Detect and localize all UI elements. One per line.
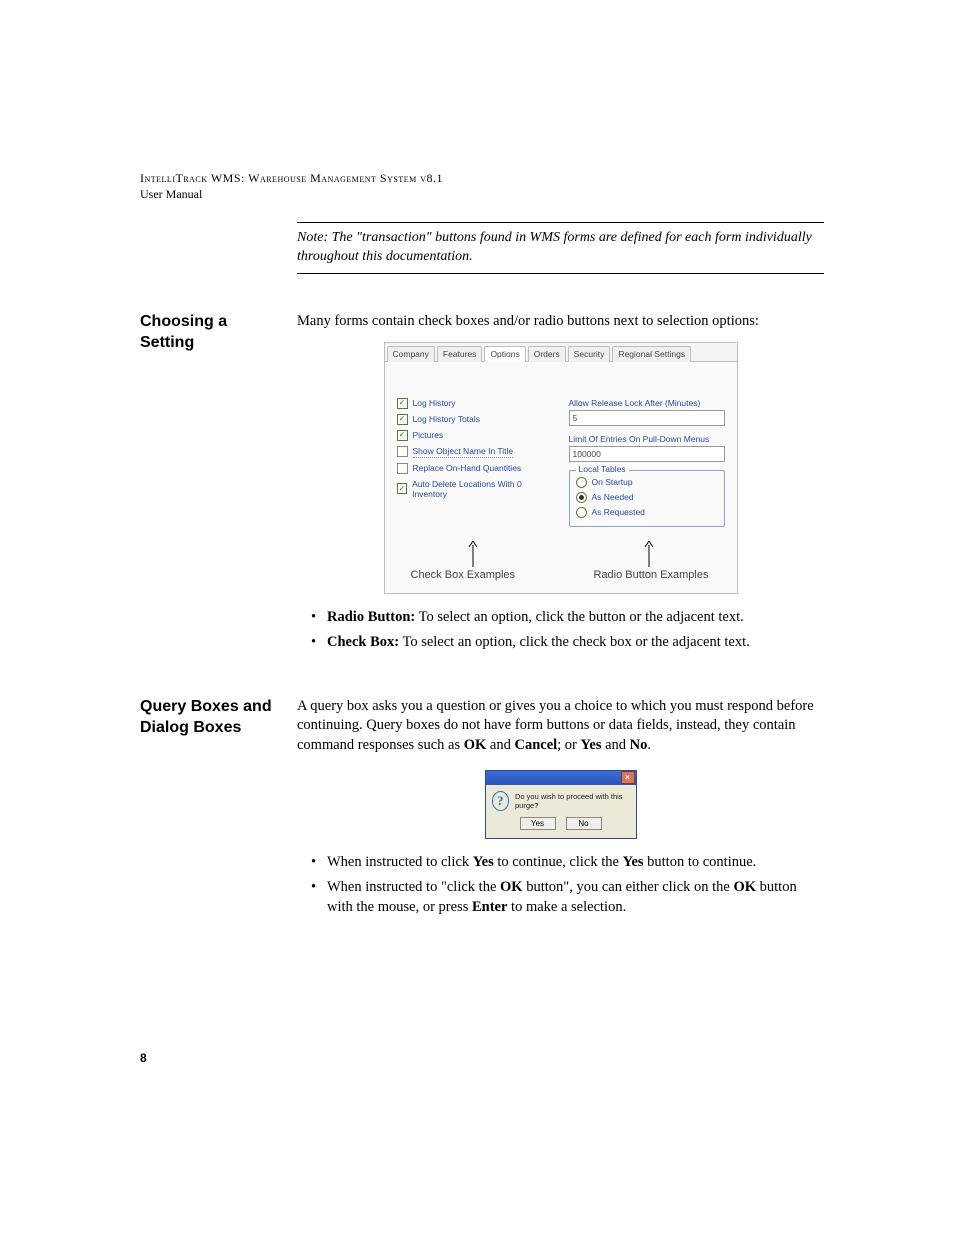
list-item: Radio Button: To select an option, click… [311, 608, 824, 628]
checkbox-label: Log History Totals [413, 414, 480, 424]
checkbox-icon[interactable]: ✓ [397, 483, 408, 494]
section-heading-query: Query Boxes and Dialog Boxes [140, 697, 285, 923]
release-lock-input[interactable]: 5 [569, 410, 725, 426]
radio-group: Local Tables On StartupAs NeededAs Reque… [569, 470, 725, 527]
checkbox-label: Pictures [413, 430, 444, 440]
list-item: When instructed to click Yes to continue… [311, 853, 824, 873]
dialog-figure: × ? Do you wish to proceed with this pur… [485, 770, 637, 839]
checkbox-row[interactable]: ✓ Auto Delete Locations With 0 Inventory [397, 479, 553, 499]
radio-icon[interactable] [576, 477, 587, 488]
checkbox-row[interactable]: ✓ Log History Totals [397, 414, 553, 425]
note-prefix: Note: [297, 230, 328, 245]
radio-label: As Needed [592, 492, 634, 502]
question-icon: ? [492, 791, 510, 811]
radio-label: On Startup [592, 477, 633, 487]
arrow-up-icon [644, 541, 654, 567]
checkbox-label: Replace On-Hand Quantities [413, 463, 522, 473]
dialog-message: Do you wish to proceed with this purge? [515, 792, 630, 810]
tab-company[interactable]: Company [387, 346, 435, 362]
tab-security[interactable]: Security [568, 346, 611, 362]
checkbox-label: Show Object Name In Title [413, 446, 514, 458]
checkbox-label: Auto Delete Locations With 0 Inventory [412, 479, 552, 499]
doc-title: IntelliTrack WMS: Warehouse Management S… [140, 170, 824, 186]
section1-bullets: Radio Button: To select an option, click… [297, 608, 824, 653]
list-item: Check Box: To select an option, click th… [311, 633, 824, 653]
yes-button[interactable]: Yes [520, 817, 556, 830]
tabstrip: CompanyFeaturesOptionsOrdersSecurityRegi… [385, 343, 737, 362]
bullet-lead: Check Box: [327, 634, 399, 650]
arrow-up-icon [468, 541, 478, 567]
dialog-titlebar: × [486, 771, 636, 785]
checkbox-row[interactable]: ✓ Pictures [397, 430, 553, 441]
no-button[interactable]: No [566, 817, 602, 830]
section-heading-choosing: Choosing a Setting [140, 312, 285, 659]
release-lock-label: Allow Release Lock After (Minutes) [569, 398, 725, 408]
note-text: The "transaction" buttons found in WMS f… [297, 230, 812, 264]
bullet-lead: Radio Button: [327, 609, 415, 625]
checkbox-icon[interactable]: ✓ [397, 446, 408, 457]
section2-bullets: When instructed to click Yes to continue… [297, 853, 824, 918]
note-box: Note: The "transaction" buttons found in… [297, 222, 824, 274]
radio-row[interactable]: As Needed [576, 492, 718, 503]
radio-icon[interactable] [576, 492, 587, 503]
section1-intro: Many forms contain check boxes and/or ra… [297, 312, 824, 332]
tab-regional-settings[interactable]: Regional Settings [612, 346, 691, 362]
caption-radio: Radio Button Examples [554, 567, 737, 587]
tab-features[interactable]: Features [437, 346, 483, 362]
checkbox-row[interactable]: ✓ Show Object Name In Title [397, 446, 553, 458]
checkbox-icon[interactable]: ✓ [397, 398, 408, 409]
tab-options[interactable]: Options [484, 346, 525, 362]
close-icon[interactable]: × [621, 771, 635, 784]
doc-subtitle: User Manual [140, 186, 824, 202]
radio-row[interactable]: As Requested [576, 507, 718, 518]
checkbox-icon[interactable]: ✓ [397, 430, 408, 441]
tab-orders[interactable]: Orders [528, 346, 566, 362]
checkbox-row[interactable]: ✓ Log History [397, 398, 553, 409]
page-header: IntelliTrack WMS: Warehouse Management S… [140, 170, 824, 202]
radio-group-title: Local Tables [576, 464, 629, 474]
radio-label: As Requested [592, 507, 645, 517]
pulldown-label: Limit Of Entries On Pull-Down Menus [569, 434, 725, 444]
caption-checkbox: Check Box Examples [385, 567, 554, 587]
page-number: 8 [140, 1051, 147, 1065]
bullet-text: To select an option, click the check box… [399, 634, 750, 650]
options-figure: CompanyFeaturesOptionsOrdersSecurityRegi… [384, 342, 738, 594]
radio-icon[interactable] [576, 507, 587, 518]
checkbox-row[interactable]: ✓ Replace On-Hand Quantities [397, 463, 553, 474]
list-item: When instructed to "click the OK button"… [311, 878, 824, 917]
checkbox-label: Log History [413, 398, 456, 408]
checkbox-icon[interactable]: ✓ [397, 463, 408, 474]
section2-intro: A query box asks you a question or gives… [297, 697, 824, 756]
radio-row[interactable]: On Startup [576, 477, 718, 488]
checkbox-icon[interactable]: ✓ [397, 414, 408, 425]
pulldown-input[interactable]: 100000 [569, 446, 725, 462]
bullet-text: To select an option, click the button or… [415, 609, 744, 625]
